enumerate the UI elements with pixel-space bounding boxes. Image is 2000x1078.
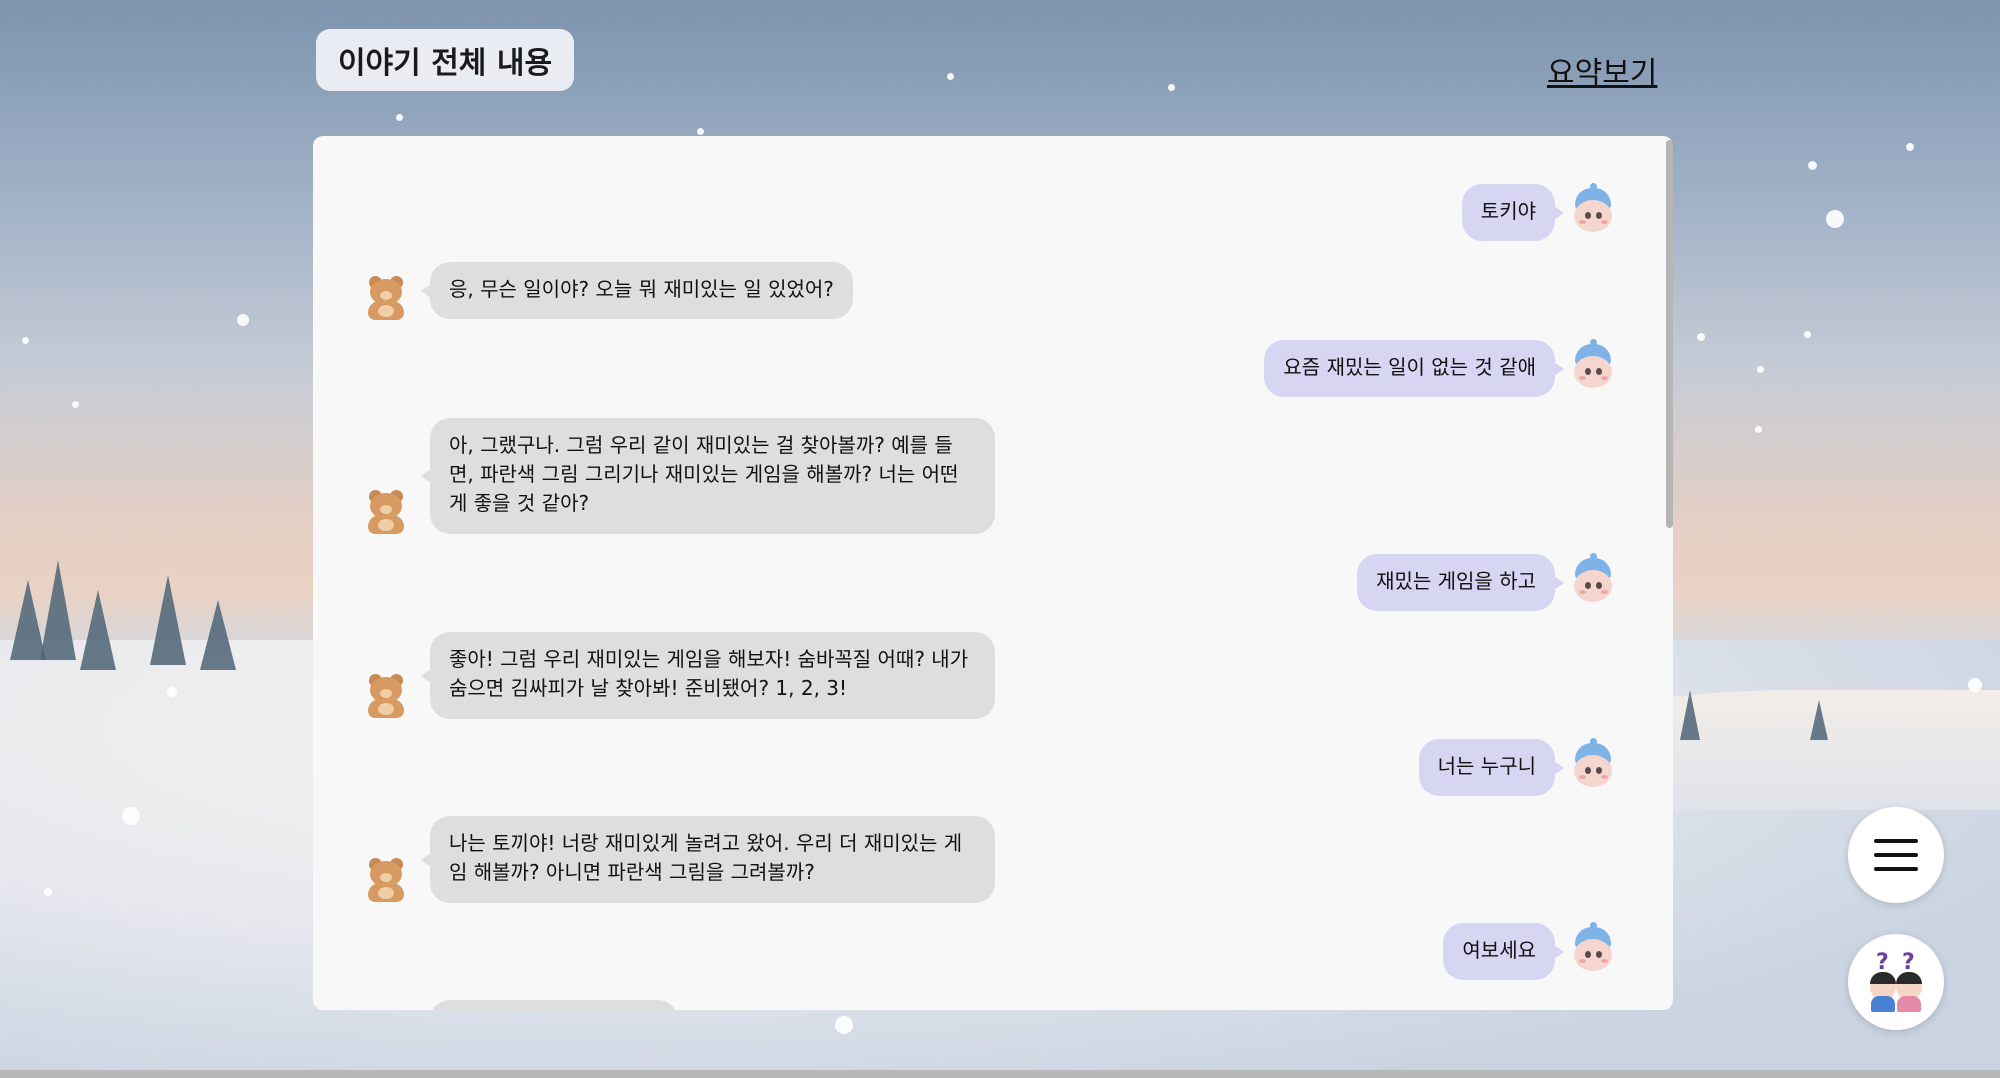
chat-message-user: 여보세요 — [1443, 923, 1564, 980]
pine-tree — [1810, 700, 1828, 740]
baby-avatar-icon — [1571, 738, 1615, 787]
snowflake — [122, 807, 140, 825]
teddy-bear-icon — [363, 856, 409, 902]
bot-message-bubble: 나는 토끼야! 너랑 재미있게 놀려고 왔어. 우리 더 재미있는 게임 해볼까… — [421, 816, 995, 903]
user-message-bubble: 요즘 재밌는 일이 없는 것 같애 — [1264, 340, 1564, 397]
user-message-bubble: 토키야 — [1461, 184, 1565, 241]
user-message-bubble: 너는 누구니 — [1418, 739, 1565, 796]
chat-message-bot: 좋아! 그럼 우리 재미있는 게임을 해보자! 숨바꼭질 어때? 내가 숨으면 … — [421, 632, 995, 719]
summary-link[interactable]: 요약보기 — [1547, 48, 1657, 92]
snowflake — [1968, 678, 1982, 692]
baby-avatar-icon — [1571, 553, 1615, 602]
question-kids-icon: ? ? — [1866, 950, 1926, 1014]
pine-tree — [1680, 690, 1700, 740]
snowflake — [44, 888, 52, 896]
chat-message-bot: 나는 토끼야! 너랑 재미있게 놀려고 왔어. 우리 더 재미있는 게임 해볼까… — [421, 816, 995, 903]
snowflake — [72, 401, 79, 408]
snowflake — [1826, 210, 1844, 228]
horizontal-scrollbar[interactable] — [0, 1070, 2000, 1078]
teddy-bear-icon — [363, 488, 409, 534]
baby-avatar-icon — [1571, 339, 1615, 388]
chat-message-user: 토키야 — [1461, 184, 1565, 241]
baby-avatar-icon — [1571, 922, 1615, 971]
snowflake — [22, 337, 29, 344]
snowflake — [1804, 331, 1811, 338]
bot-message-bubble: 응, 무슨 일이야? 오늘 뭐 재미있는 일 있었어? — [421, 262, 853, 319]
snowflake — [396, 114, 403, 121]
help-button[interactable]: ? ? — [1848, 934, 1944, 1030]
snowflake — [947, 73, 954, 80]
chat-message-user: 재밌는 게임을 하고 — [1357, 554, 1564, 611]
pine-tree — [40, 560, 76, 660]
snowflake — [1697, 333, 1705, 341]
snowflake — [835, 1016, 853, 1034]
user-message-bubble: 여보세요 — [1443, 923, 1564, 980]
bot-message-bubble-partial — [430, 1000, 678, 1010]
chat-transcript-panel[interactable]: 토키야 응, 무슨 일이야? 오늘 뭐 재미있는 일 있었어? 요즘 재밌는 일… — [313, 136, 1673, 1010]
snowflake — [1757, 366, 1764, 373]
teddy-bear-icon — [363, 672, 409, 718]
snowflake — [1755, 426, 1762, 433]
snowflake — [237, 314, 249, 326]
hamburger-menu-icon — [1874, 839, 1918, 871]
pine-tree — [200, 600, 236, 670]
page-title: 이야기 전체 내용 — [316, 29, 574, 91]
snowflake — [1808, 161, 1817, 170]
snowflake — [1168, 84, 1175, 91]
snowflake — [697, 128, 704, 135]
chat-message-user: 너는 누구니 — [1418, 739, 1565, 796]
chat-message-user: 요즘 재밌는 일이 없는 것 같애 — [1264, 340, 1564, 397]
snowflake — [1906, 143, 1914, 151]
user-message-bubble: 재밌는 게임을 하고 — [1357, 554, 1564, 611]
pine-tree — [80, 590, 116, 670]
chat-scrollbar[interactable] — [1666, 140, 1673, 528]
menu-button[interactable] — [1848, 807, 1944, 903]
pine-tree — [150, 575, 186, 665]
chat-message-bot: 아, 그랬구나. 그럼 우리 같이 재미있는 걸 찾아볼까? 예를 들면, 파란… — [421, 418, 995, 534]
baby-avatar-icon — [1571, 183, 1615, 232]
teddy-bear-icon — [363, 274, 409, 320]
chat-message-bot: 응, 무슨 일이야? 오늘 뭐 재미있는 일 있었어? — [421, 262, 853, 319]
bot-message-bubble: 좋아! 그럼 우리 재미있는 게임을 해보자! 숨바꼭질 어때? 내가 숨으면 … — [421, 632, 995, 719]
bot-message-bubble: 아, 그랬구나. 그럼 우리 같이 재미있는 걸 찾아볼까? 예를 들면, 파란… — [421, 418, 995, 534]
snowflake — [167, 687, 177, 697]
